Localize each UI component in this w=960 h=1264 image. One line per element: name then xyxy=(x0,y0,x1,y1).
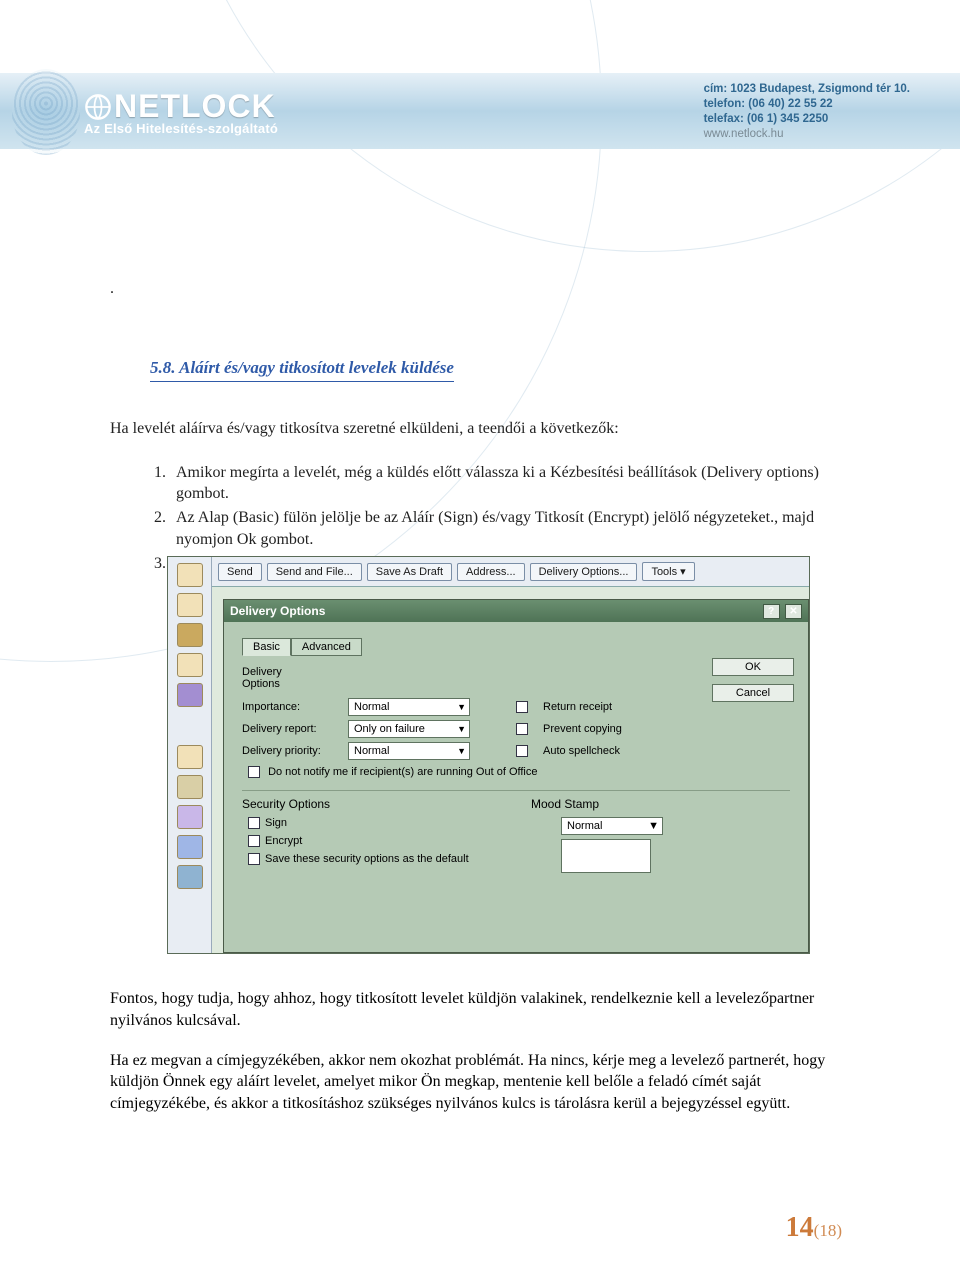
mood-value: Normal xyxy=(567,820,602,832)
sidebar-icon[interactable] xyxy=(177,593,203,617)
contact-address: cím: 1023 Budapest, Zsigmond tér 10. xyxy=(704,82,910,97)
return-receipt-checkbox[interactable] xyxy=(516,701,528,713)
delivery-priority-value: Normal xyxy=(354,745,389,757)
do-not-notify-checkbox[interactable] xyxy=(248,766,260,778)
encrypt-checkbox[interactable] xyxy=(248,835,260,847)
sidebar-icon[interactable] xyxy=(177,775,203,799)
contact-fax: telefax: (06 1) 345 2250 xyxy=(704,112,910,127)
embedded-screenshot: Send Send and File... Save As Draft Addr… xyxy=(167,556,810,954)
address-button[interactable]: Address... xyxy=(457,563,525,581)
sidebar-icon[interactable] xyxy=(177,623,203,647)
encrypt-label: Encrypt xyxy=(265,835,302,847)
sidebar-icon[interactable] xyxy=(177,805,203,829)
leading-dot: . xyxy=(110,278,850,300)
section-after-text: Fontos, hogy tudja, hogy ahhoz, hogy tit… xyxy=(110,988,850,1133)
security-options-header: Security Options xyxy=(242,797,501,811)
sidebar-icon[interactable] xyxy=(177,683,203,707)
after-paragraph: Fontos, hogy tudja, hogy ahhoz, hogy tit… xyxy=(110,988,850,1032)
contact-url: www.netlock.hu xyxy=(704,127,910,142)
contact-phone: telefon: (06 40) 22 55 22 xyxy=(704,97,910,112)
close-icon[interactable]: ✕ xyxy=(785,604,802,619)
tab-advanced[interactable]: Advanced xyxy=(291,638,362,656)
page-total: (18) xyxy=(814,1221,842,1240)
delivery-options-dialog: Delivery Options ? ✕ Basic Advanced OK C… xyxy=(223,599,809,953)
prevent-copying-label: Prevent copying xyxy=(543,723,622,735)
step-item: Amikor megírta a levelét, még a küldés e… xyxy=(170,462,850,506)
section-intro: Ha levelét aláírva és/vagy titkosítva sz… xyxy=(110,418,850,440)
auto-spellcheck-label: Auto spellcheck xyxy=(543,745,620,757)
page-number: 14(18) xyxy=(786,1212,842,1244)
page-header-banner: NETLOCK Az Első Hitelesítés-szolgáltató … xyxy=(0,73,960,149)
sidebar-icon[interactable] xyxy=(177,835,203,859)
tab-basic[interactable]: Basic xyxy=(242,638,291,656)
delivery-report-value: Only on failure xyxy=(354,723,425,735)
chevron-down-icon: ▼ xyxy=(457,746,466,756)
contact-block: cím: 1023 Budapest, Zsigmond tér 10. tel… xyxy=(704,82,910,142)
sidebar-icon[interactable] xyxy=(177,865,203,889)
save-draft-button[interactable]: Save As Draft xyxy=(367,563,452,581)
sidebar-icon[interactable] xyxy=(177,745,203,769)
brand-tagline: Az Első Hitelesítés-szolgáltató xyxy=(84,121,278,136)
page-current: 14 xyxy=(786,1212,814,1243)
ok-button[interactable]: OK xyxy=(712,658,794,676)
delivery-priority-label: Delivery priority: xyxy=(242,745,338,757)
brand-logo: NETLOCK Az Első Hitelesítés-szolgáltató xyxy=(12,69,278,155)
return-receipt-label: Return receipt xyxy=(543,701,612,713)
mood-stamp-header: Mood Stamp xyxy=(531,797,790,811)
save-default-label: Save these security options as the defau… xyxy=(265,853,469,865)
do-not-notify-label: Do not notify me if recipient(s) are run… xyxy=(268,766,537,778)
sign-checkbox[interactable] xyxy=(248,817,260,829)
importance-select[interactable]: Normal ▼ xyxy=(348,698,470,716)
prevent-copying-checkbox[interactable] xyxy=(516,723,528,735)
divider xyxy=(242,790,790,791)
brand-name: NETLOCK xyxy=(114,88,276,125)
dialog-title: Delivery Options xyxy=(230,604,325,618)
mood-select[interactable]: Normal ▼ xyxy=(561,817,663,835)
delivery-priority-select[interactable]: Normal ▼ xyxy=(348,742,470,760)
delivery-report-label: Delivery report: xyxy=(242,723,338,735)
send-and-file-button[interactable]: Send and File... xyxy=(267,563,362,581)
mail-toolbar: Send Send and File... Save As Draft Addr… xyxy=(212,557,809,587)
help-icon[interactable]: ? xyxy=(763,604,780,619)
step-item: Az Alap (Basic) fülön jelölje be az Aláí… xyxy=(170,507,850,551)
section-title: 5.8. Aláírt és/vagy titkosított levelek … xyxy=(150,356,454,382)
importance-value: Normal xyxy=(354,701,389,713)
sign-label: Sign xyxy=(265,817,287,829)
fingerprint-icon xyxy=(12,69,80,155)
tools-button[interactable]: Tools xyxy=(642,562,694,581)
send-button[interactable]: Send xyxy=(218,563,262,581)
save-default-checkbox[interactable] xyxy=(248,853,260,865)
chevron-down-icon: ▼ xyxy=(457,724,466,734)
mood-preview xyxy=(561,839,651,873)
sidebar-icon[interactable] xyxy=(177,563,203,587)
auto-spellcheck-checkbox[interactable] xyxy=(516,745,528,757)
chevron-down-icon: ▼ xyxy=(648,820,659,832)
sidebar-icon[interactable] xyxy=(177,653,203,677)
delivery-options-button[interactable]: Delivery Options... xyxy=(530,563,638,581)
sidebar-icon-column xyxy=(168,557,212,953)
cancel-button[interactable]: Cancel xyxy=(712,684,794,702)
globe-icon xyxy=(84,93,112,121)
chevron-down-icon: ▼ xyxy=(457,702,466,712)
after-paragraph: Ha ez megvan a címjegyzékében, akkor nem… xyxy=(110,1050,850,1115)
importance-label: Importance: xyxy=(242,701,338,713)
delivery-report-select[interactable]: Only on failure ▼ xyxy=(348,720,470,738)
